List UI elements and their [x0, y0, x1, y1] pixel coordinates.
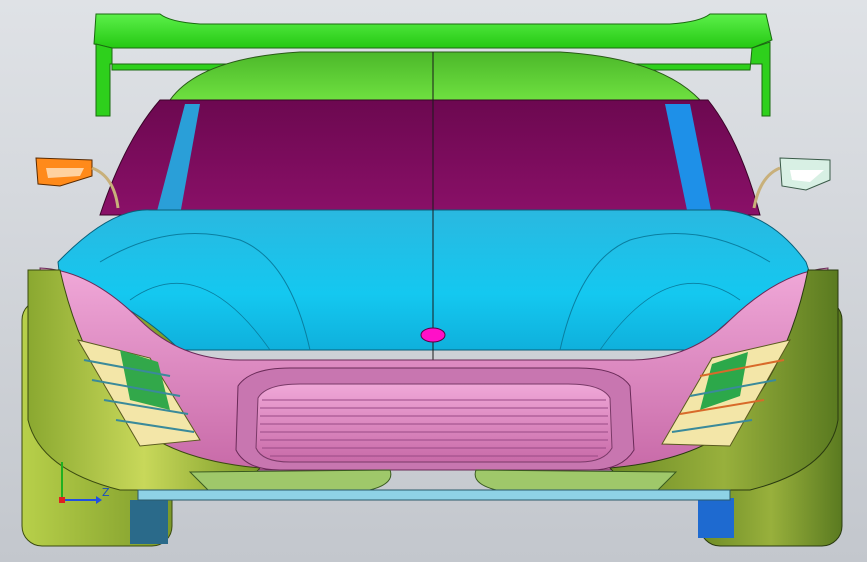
roof[interactable] — [169, 51, 702, 101]
mirror-right[interactable] — [752, 157, 831, 209]
hood-emblem[interactable] — [420, 327, 446, 343]
lower-lip-left — [188, 469, 392, 493]
axis-z-label: Z — [102, 486, 110, 499]
axis-x-marker — [59, 497, 65, 503]
car-model[interactable] — [0, 0, 867, 562]
front-grille[interactable] — [235, 367, 635, 471]
cad-3d-viewport[interactable]: Z — [0, 0, 867, 562]
lower-lip-right — [474, 469, 678, 493]
front-splitter[interactable] — [137, 489, 731, 501]
windshield[interactable] — [99, 99, 761, 216]
